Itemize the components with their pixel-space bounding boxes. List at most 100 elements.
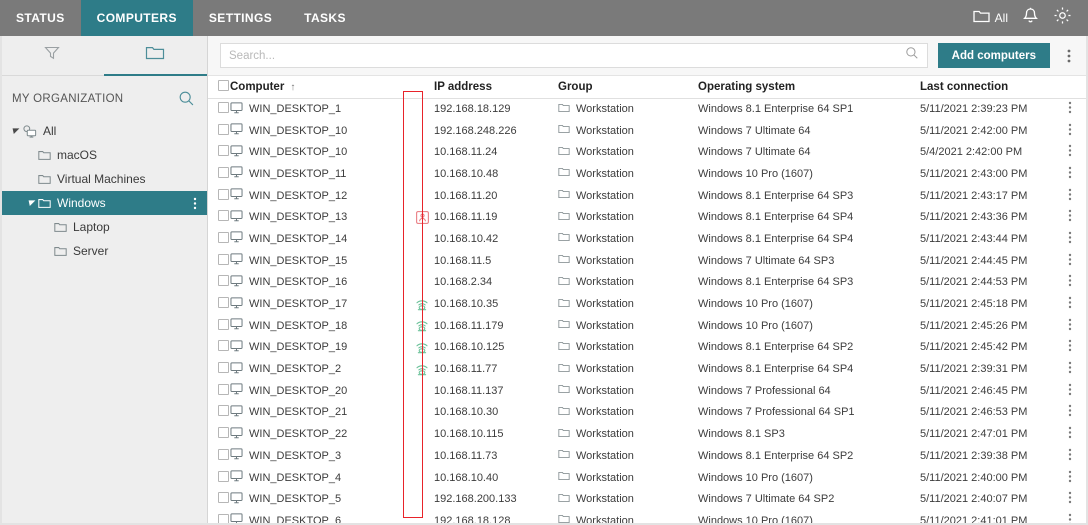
- row-select-cell[interactable]: [208, 380, 230, 402]
- row-actions-menu[interactable]: [1068, 337, 1088, 359]
- row-checkbox[interactable]: [218, 470, 229, 482]
- row-actions-menu[interactable]: [1068, 98, 1088, 120]
- cell-computer-name[interactable]: WIN_DESKTOP_2: [230, 358, 410, 380]
- row-actions-menu[interactable]: [1068, 228, 1088, 250]
- cell-group[interactable]: Workstation: [558, 423, 698, 445]
- row-actions-menu[interactable]: [1068, 445, 1088, 467]
- tree-item-laptop[interactable]: Laptop: [0, 215, 207, 239]
- toolbar-overflow-menu[interactable]: [1060, 49, 1078, 63]
- cell-computer-name[interactable]: WIN_DESKTOP_18: [230, 315, 410, 337]
- cell-group[interactable]: Workstation: [558, 358, 698, 380]
- table-row[interactable]: WIN_DESKTOP_14 10.168.10.42 Workstation Win…: [208, 228, 1088, 250]
- row-checkbox[interactable]: [218, 427, 229, 439]
- row-select-cell[interactable]: [208, 337, 230, 359]
- column-header-operating-system[interactable]: Operating system: [698, 76, 920, 99]
- row-checkbox[interactable]: [218, 297, 229, 309]
- cell-computer-name[interactable]: WIN_DESKTOP_15: [230, 250, 410, 272]
- table-row[interactable]: WIN_DESKTOP_12 10.168.11.20 Workstation Win…: [208, 185, 1088, 207]
- table-row[interactable]: WIN_DESKTOP_1 192.168.18.129 Workstation Wi…: [208, 98, 1088, 120]
- row-actions-menu[interactable]: [1068, 120, 1088, 142]
- cell-alert-status[interactable]: [410, 358, 434, 380]
- table-row[interactable]: WIN_DESKTOP_15 10.168.11.5 Workstation Wind…: [208, 250, 1088, 272]
- tree-item-virtual-machines[interactable]: Virtual Machines: [0, 167, 207, 191]
- table-row[interactable]: WIN_DESKTOP_5 192.168.200.133 Workstation W…: [208, 488, 1088, 510]
- cell-computer-name[interactable]: WIN_DESKTOP_22: [230, 423, 410, 445]
- table-row[interactable]: WIN_DESKTOP_18 10.168.11.179 Workstation Wi…: [208, 315, 1088, 337]
- cell-group[interactable]: Workstation: [558, 337, 698, 359]
- row-actions-menu[interactable]: [1068, 293, 1088, 315]
- row-select-cell[interactable]: [208, 120, 230, 142]
- tree-item-macos[interactable]: macOS: [0, 143, 207, 167]
- notifications-button[interactable]: [1022, 7, 1039, 30]
- cell-group[interactable]: Workstation: [558, 380, 698, 402]
- search-icon[interactable]: [905, 46, 919, 65]
- settings-button[interactable]: [1053, 6, 1072, 30]
- computers-table-container[interactable]: Computer ↑ IP address Group Operating sys…: [208, 76, 1088, 525]
- caret-expanded-icon[interactable]: [26, 199, 38, 207]
- row-select-cell[interactable]: [208, 98, 230, 120]
- row-actions-menu[interactable]: [1068, 163, 1088, 185]
- add-computers-button[interactable]: Add computers: [937, 43, 1050, 68]
- select-all-header[interactable]: [208, 76, 230, 99]
- row-select-cell[interactable]: [208, 250, 230, 272]
- table-row[interactable]: WIN_DESKTOP_11 10.168.10.48 Workstation Win…: [208, 163, 1088, 185]
- cell-computer-name[interactable]: WIN_DESKTOP_17: [230, 293, 410, 315]
- cell-group[interactable]: Workstation: [558, 228, 698, 250]
- table-row[interactable]: WIN_DESKTOP_2 10.168.11.77 Workstation Wind…: [208, 358, 1088, 380]
- cell-group[interactable]: Workstation: [558, 272, 698, 294]
- row-select-cell[interactable]: [208, 445, 230, 467]
- tree-item-menu-icon[interactable]: [193, 197, 199, 210]
- cell-computer-name[interactable]: WIN_DESKTOP_4: [230, 467, 410, 489]
- cell-computer-name[interactable]: WIN_DESKTOP_14: [230, 228, 410, 250]
- search-input[interactable]: [229, 49, 905, 62]
- table-row[interactable]: WIN_DESKTOP_4 10.168.10.40 Workstation Wind…: [208, 467, 1088, 489]
- cell-computer-name[interactable]: WIN_DESKTOP_19: [230, 337, 410, 359]
- row-actions-menu[interactable]: [1068, 206, 1088, 228]
- cell-computer-name[interactable]: WIN_DESKTOP_11: [230, 163, 410, 185]
- row-actions-menu[interactable]: [1068, 185, 1088, 207]
- cell-group[interactable]: Workstation: [558, 445, 698, 467]
- cell-group[interactable]: Workstation: [558, 141, 698, 163]
- table-row[interactable]: WIN_DESKTOP_16 10.168.2.34 Workstation Wind…: [208, 272, 1088, 294]
- cell-group[interactable]: Workstation: [558, 488, 698, 510]
- cell-computer-name[interactable]: WIN_DESKTOP_20: [230, 380, 410, 402]
- cell-group[interactable]: Workstation: [558, 293, 698, 315]
- cell-computer-name[interactable]: WIN_DESKTOP_10: [230, 141, 410, 163]
- cell-group[interactable]: Workstation: [558, 120, 698, 142]
- row-actions-menu[interactable]: [1068, 315, 1088, 337]
- row-checkbox[interactable]: [218, 492, 229, 504]
- cell-group[interactable]: Workstation: [558, 315, 698, 337]
- row-checkbox[interactable]: [218, 123, 229, 135]
- row-select-cell[interactable]: [208, 467, 230, 489]
- row-checkbox[interactable]: [218, 102, 229, 114]
- row-checkbox[interactable]: [218, 318, 229, 330]
- cell-alert-status[interactable]: [410, 315, 434, 337]
- row-checkbox[interactable]: [218, 145, 229, 157]
- table-row[interactable]: WIN_DESKTOP_10 192.168.248.226 Workstation…: [208, 120, 1088, 142]
- scope-selector[interactable]: All: [973, 9, 1008, 28]
- row-checkbox[interactable]: [218, 448, 229, 460]
- caret-expanded-icon[interactable]: [10, 127, 22, 135]
- row-checkbox[interactable]: [218, 166, 229, 178]
- tree-item-server[interactable]: Server: [0, 239, 207, 263]
- cell-group[interactable]: Workstation: [558, 467, 698, 489]
- cell-group[interactable]: Workstation: [558, 402, 698, 424]
- row-select-cell[interactable]: [208, 141, 230, 163]
- row-actions-menu[interactable]: [1068, 141, 1088, 163]
- column-header-ip-address[interactable]: IP address: [434, 76, 558, 99]
- cell-computer-name[interactable]: WIN_DESKTOP_5: [230, 488, 410, 510]
- row-checkbox[interactable]: [218, 210, 229, 222]
- search-icon[interactable]: [178, 90, 195, 107]
- row-select-cell[interactable]: [208, 358, 230, 380]
- alert-network-icon[interactable]: [410, 319, 434, 332]
- tree-item-windows[interactable]: Windows: [0, 191, 207, 215]
- row-select-cell[interactable]: [208, 185, 230, 207]
- tree-item-all[interactable]: All: [0, 119, 207, 143]
- row-select-cell[interactable]: [208, 315, 230, 337]
- cell-computer-name[interactable]: WIN_DESKTOP_10: [230, 120, 410, 142]
- table-row[interactable]: WIN_DESKTOP_13 10.168.11.19 Workstation Win…: [208, 206, 1088, 228]
- cell-group[interactable]: Workstation: [558, 185, 698, 207]
- row-select-cell[interactable]: [208, 163, 230, 185]
- cell-computer-name[interactable]: WIN_DESKTOP_21: [230, 402, 410, 424]
- cell-group[interactable]: Workstation: [558, 98, 698, 120]
